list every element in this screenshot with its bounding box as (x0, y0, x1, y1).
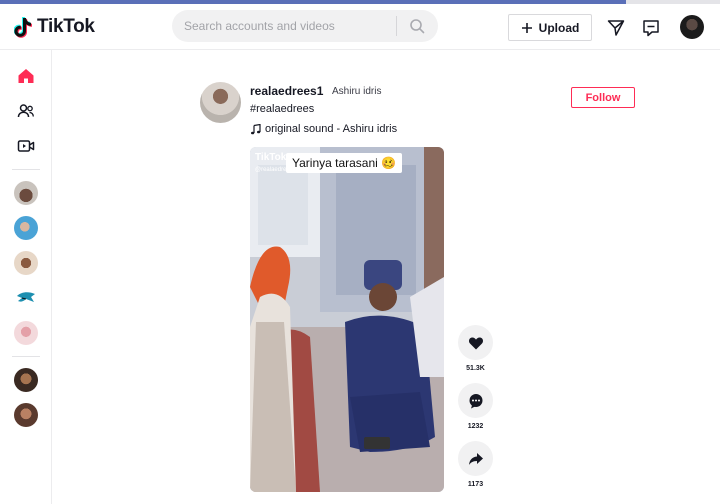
share-icon (468, 452, 483, 465)
sidebar (0, 50, 52, 504)
tiktok-logo[interactable]: TikTok (13, 16, 95, 38)
sidebar-account-avatar[interactable] (14, 251, 38, 275)
video-frame (250, 147, 444, 492)
comment-count: 1232 (467, 423, 484, 430)
post-nickname[interactable]: Ashiru idris (332, 86, 381, 97)
video-player[interactable]: TikTok @realaedrees1 Yarinya tarasani 🥴 (250, 147, 444, 492)
post-username[interactable]: realaedrees1 (250, 84, 323, 98)
comment-button[interactable] (458, 383, 493, 418)
live-icon[interactable] (16, 136, 36, 156)
upload-button[interactable]: Upload (508, 14, 592, 41)
search-button[interactable] (397, 10, 437, 42)
sidebar-account-avatar[interactable] (14, 181, 38, 205)
top-header: TikTok Upload (0, 4, 720, 50)
post-author-avatar[interactable] (200, 82, 241, 123)
search-input[interactable] (172, 19, 396, 33)
post-sound-label: original sound - Ashiru idris (265, 123, 398, 135)
tiktok-logo-icon (13, 16, 34, 38)
follow-button[interactable]: Follow (571, 87, 635, 108)
share-button[interactable] (458, 441, 493, 476)
search-bar (172, 10, 438, 42)
profile-avatar[interactable] (680, 15, 704, 39)
sidebar-divider (12, 356, 40, 357)
sidebar-account-avatar[interactable] (14, 216, 38, 240)
inbox-icon[interactable] (641, 18, 661, 38)
comment-icon (469, 393, 482, 408)
sidebar-divider (12, 169, 40, 170)
send-icon[interactable] (606, 18, 626, 38)
post-sound[interactable]: original sound - Ashiru idris (250, 123, 397, 135)
share-count: 1173 (467, 481, 484, 488)
plus-icon (521, 22, 532, 33)
tiktok-logo-text: TikTok (37, 16, 95, 37)
video-watermark-brand: TikTok (255, 152, 287, 163)
sidebar-account-avatar[interactable] (14, 403, 38, 427)
heart-icon (468, 336, 483, 349)
sidebar-account-avatar[interactable] (14, 286, 38, 310)
upload-label: Upload (538, 20, 580, 35)
search-icon (410, 19, 425, 34)
sidebar-account-avatar[interactable] (14, 368, 38, 392)
video-caption: Yarinya tarasani 🥴 (286, 153, 403, 173)
music-note-icon (251, 123, 261, 134)
post-hashtag[interactable]: #realaedrees (250, 103, 314, 115)
following-icon[interactable] (16, 101, 36, 121)
like-count: 51.3K (466, 365, 485, 372)
sidebar-account-avatar[interactable] (14, 321, 38, 345)
like-button[interactable] (458, 325, 493, 360)
bird-logo-icon (17, 292, 35, 302)
home-icon[interactable] (16, 66, 36, 86)
